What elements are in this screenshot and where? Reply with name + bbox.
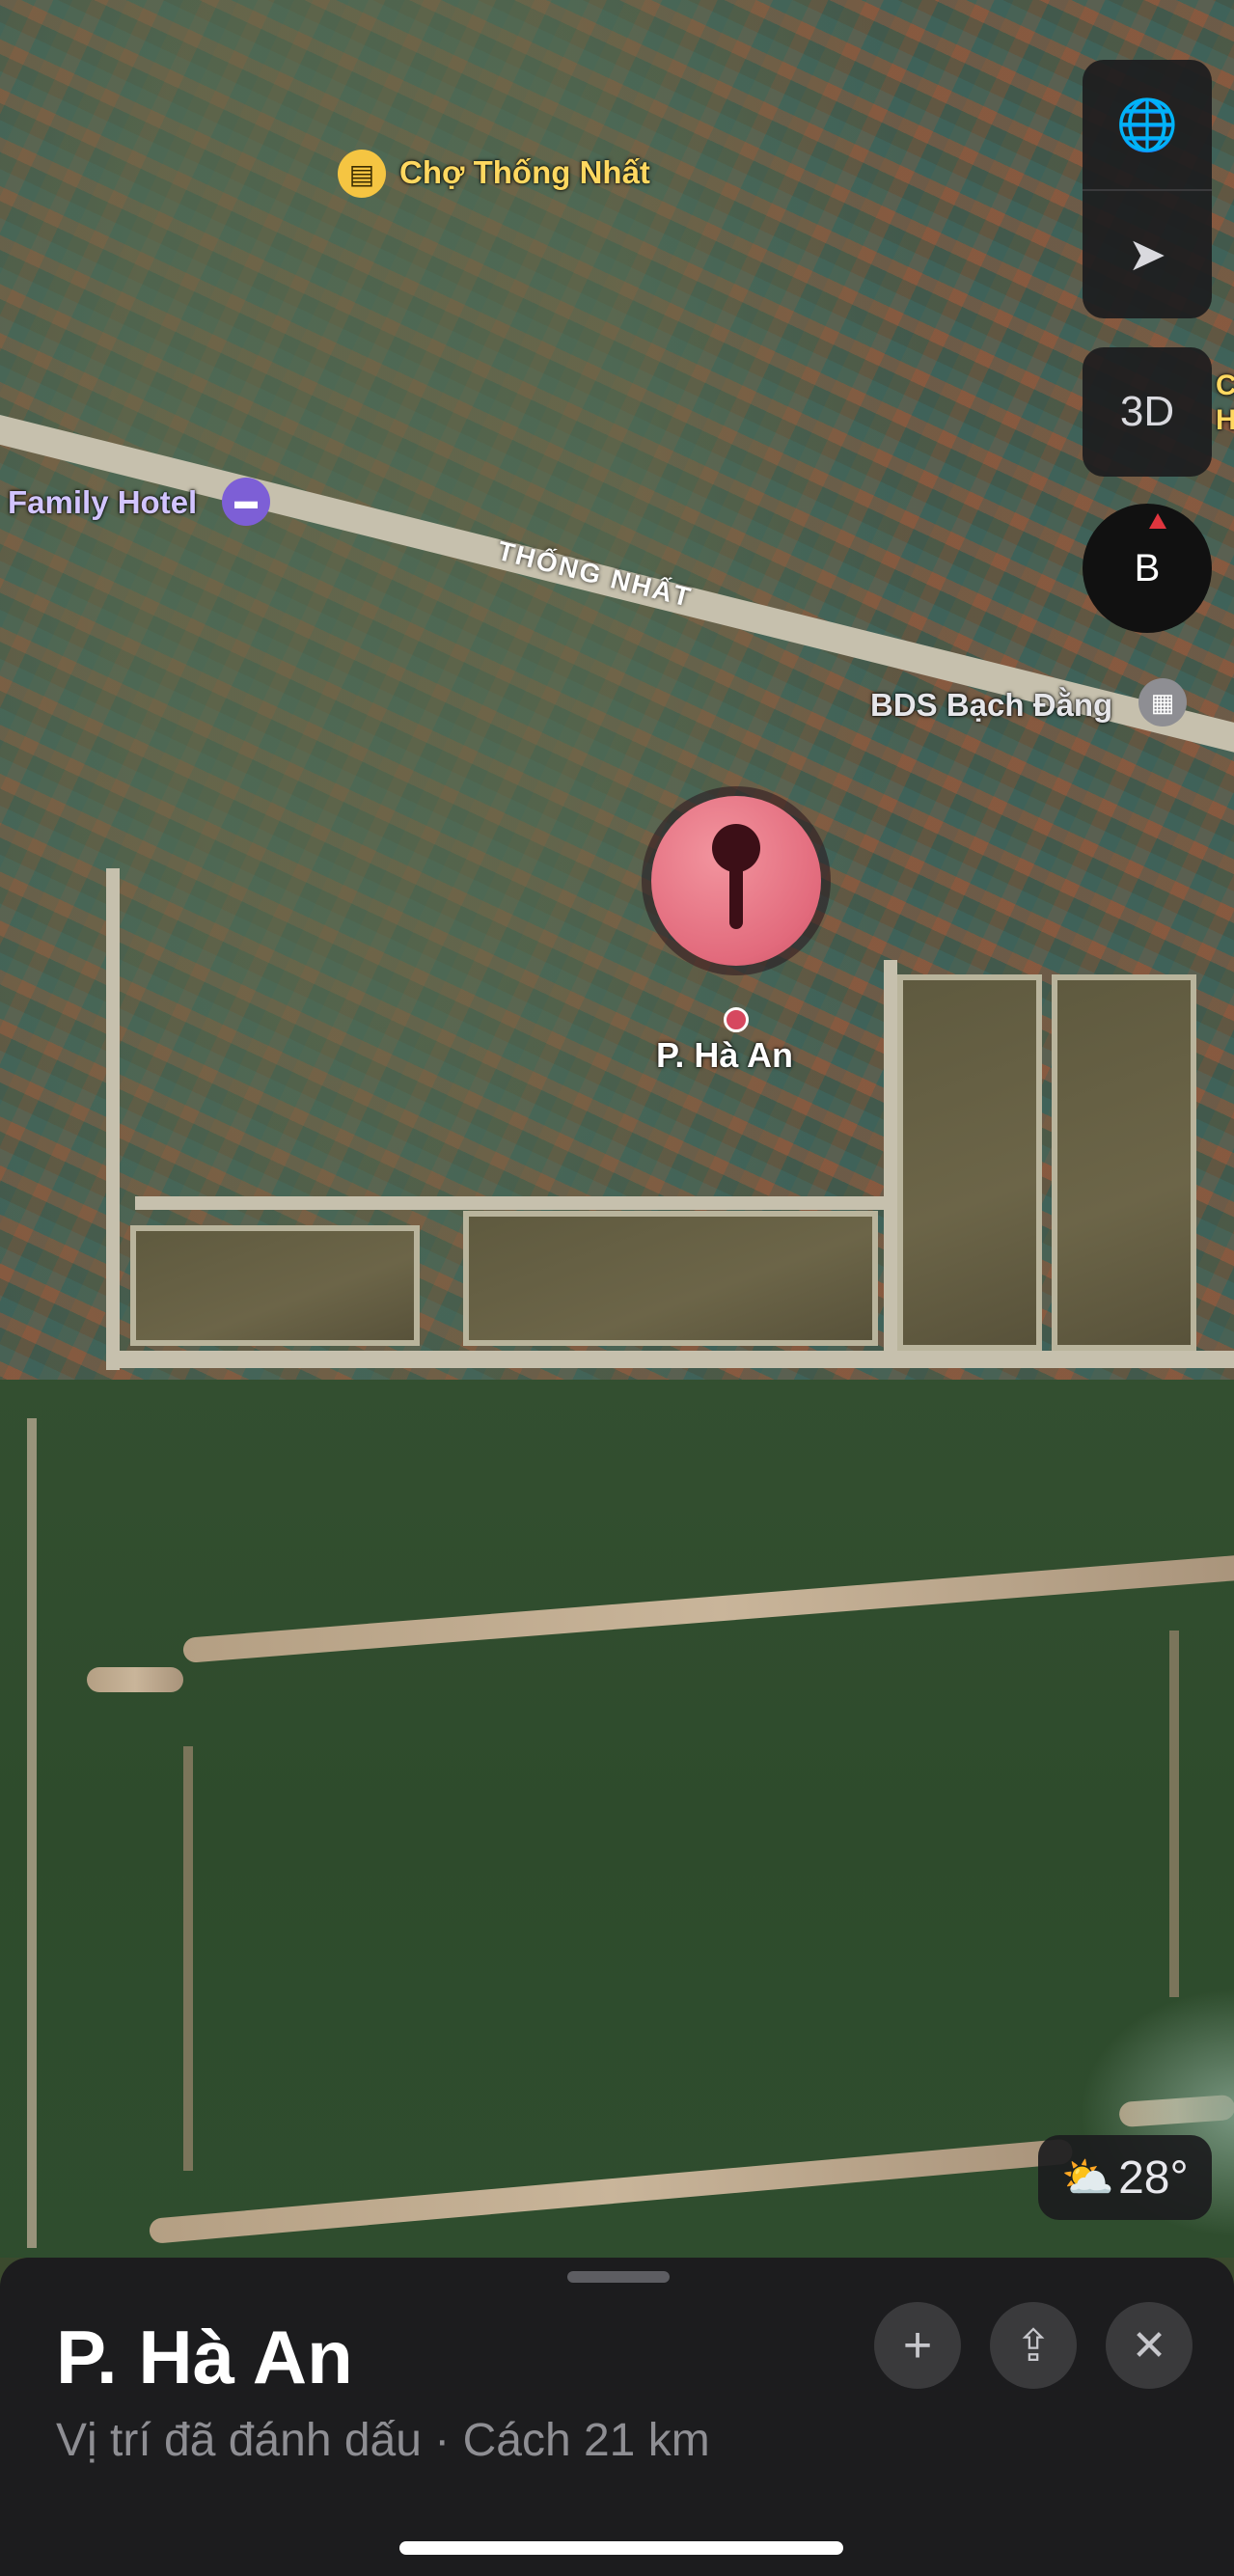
satellite-map[interactable]: ▤ Chợ Thống Nhất Family Hotel ▬ THỐNG NH…	[0, 0, 1234, 2258]
field-3	[463, 1211, 878, 1346]
add-button[interactable]: +	[874, 2302, 961, 2389]
poi-label-hotel[interactable]: Family Hotel	[8, 484, 197, 521]
bed-icon[interactable]: ▬	[222, 478, 270, 526]
pin-icon-stem	[729, 854, 743, 929]
place-sheet[interactable]: P. Hà An Vị trí đã đánh dấu · Cách 21 km…	[0, 2258, 1234, 2576]
weather-temperature: 28°	[1118, 2151, 1189, 2204]
pin-location-dot	[724, 1007, 749, 1032]
compass-button[interactable]: B	[1083, 504, 1212, 633]
place-title: P. Hà An	[56, 2315, 353, 2399]
view-3d-button[interactable]: 3D	[1083, 347, 1212, 477]
edge-poi-label: C H	[1216, 370, 1234, 436]
poi-label-market[interactable]: Chợ Thống Nhất	[399, 154, 650, 191]
road-middle	[135, 1196, 888, 1210]
close-icon: ✕	[1131, 2321, 1167, 2370]
field-1	[897, 974, 1042, 1351]
dyke-upper-left	[87, 1667, 183, 1692]
building-icon[interactable]: ▦	[1138, 678, 1187, 726]
weather-badge[interactable]: ⛅ 28°	[1038, 2135, 1212, 2220]
dyke-vertical-left	[183, 1746, 193, 2171]
map-controls: 🌐 ➤	[1083, 60, 1212, 318]
pin-label[interactable]: P. Hà An	[656, 1035, 793, 1076]
road-left-vertical	[106, 868, 120, 1370]
poi-label-realestate[interactable]: BDS Bạch Đằng	[870, 687, 1112, 724]
dyke-vertical-edge	[27, 1418, 37, 2248]
home-indicator[interactable]	[399, 2541, 843, 2555]
partly-cloudy-icon: ⛅	[1061, 2154, 1115, 2202]
dyke-vertical-right	[1169, 1631, 1179, 1997]
share-icon: ⇪	[1014, 2320, 1053, 2370]
globe-icon[interactable]: 🌐	[1083, 60, 1212, 189]
shopping-bag-icon[interactable]: ▤	[338, 150, 386, 198]
location-arrow-icon[interactable]: ➤	[1083, 191, 1212, 318]
field-4	[130, 1225, 420, 1346]
close-button[interactable]: ✕	[1106, 2302, 1193, 2389]
dyke-upper	[181, 1553, 1234, 1663]
sheet-grabber[interactable]	[567, 2271, 670, 2283]
share-button[interactable]: ⇪	[990, 2302, 1077, 2389]
plus-icon: +	[902, 2317, 933, 2373]
place-subtitle: Vị trí đã đánh dấu · Cách 21 km	[56, 2415, 710, 2466]
compass-letter: B	[1134, 546, 1161, 589]
fish-pond	[0, 1380, 1234, 2258]
road-lower	[106, 1351, 1234, 1368]
field-2	[1052, 974, 1196, 1351]
compass-needle-icon	[1149, 513, 1166, 529]
dyke-lower	[148, 2138, 1074, 2244]
road-right-vertical	[884, 960, 897, 1365]
view-3d-label: 3D	[1119, 388, 1175, 435]
